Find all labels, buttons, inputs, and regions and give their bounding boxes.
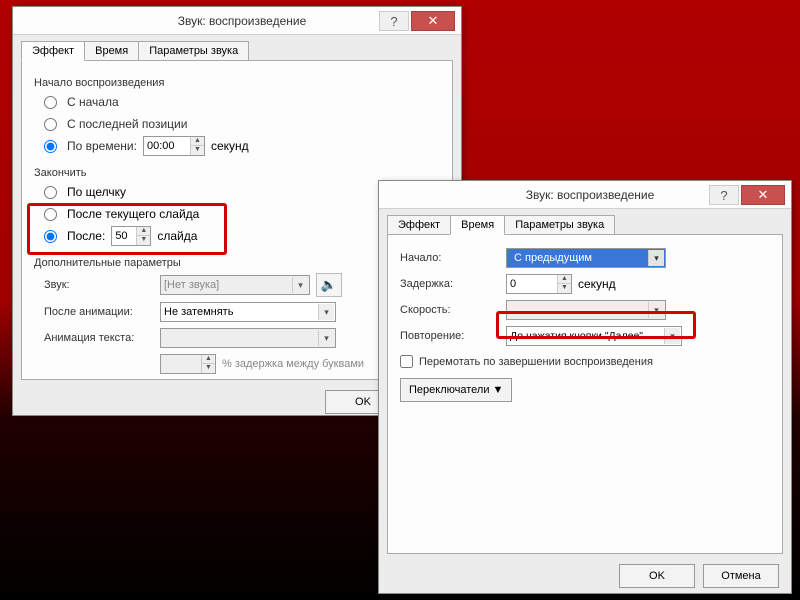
after-anim-combo[interactable]: Не затемнять▾: [160, 302, 336, 322]
label-slide: слайда: [157, 229, 197, 243]
label-delay-letters: % задержка между буквами: [222, 358, 364, 370]
chevron-down-icon[interactable]: ▾: [648, 302, 664, 318]
chevron-down-icon[interactable]: ▾: [648, 250, 664, 266]
radio-from-last[interactable]: [44, 118, 57, 131]
chevron-down-icon[interactable]: ▾: [664, 328, 680, 344]
repeat-combo[interactable]: До нажатия кнопки "Далее" ▾: [506, 326, 682, 346]
radio-on-click[interactable]: [44, 186, 57, 199]
ok-button[interactable]: OK: [619, 564, 695, 588]
after-n-input[interactable]: [112, 227, 136, 245]
spinner-down-icon[interactable]: ▼: [137, 236, 150, 245]
tab-effect[interactable]: Эффект: [21, 41, 85, 61]
label-seconds: секунд: [578, 277, 616, 291]
start-time-input[interactable]: [144, 137, 190, 155]
label-rewind: Перемотать по завершении воспроизведения: [419, 356, 653, 368]
spinner-up-icon[interactable]: ▲: [558, 275, 571, 284]
radio-after-n[interactable]: [44, 230, 57, 243]
chevron-down-icon: ▼: [493, 384, 504, 396]
start-combo[interactable]: С предыдущим ▾: [506, 248, 666, 268]
close-button[interactable]: ✕: [741, 185, 785, 205]
label-delay: Задержка:: [400, 278, 500, 290]
chevron-down-icon[interactable]: ▾: [318, 304, 334, 320]
titlebar: Звук: воспроизведение ? ✕: [379, 181, 791, 209]
spinner-down-icon[interactable]: ▼: [191, 146, 204, 155]
speed-combo[interactable]: ▾: [506, 300, 666, 320]
label-after: После:: [67, 229, 105, 243]
radio-by-time[interactable]: [44, 140, 57, 153]
tab-sound-params[interactable]: Параметры звука: [504, 215, 615, 235]
triggers-button[interactable]: Переключатели ▼: [400, 378, 512, 402]
help-button[interactable]: ?: [709, 185, 739, 205]
label-start: Начало:: [400, 252, 500, 264]
chevron-down-icon[interactable]: ▾: [292, 277, 308, 293]
label-by-time: По времени:: [67, 139, 137, 153]
tab-time[interactable]: Время: [450, 215, 505, 235]
label-from-begin: С начала: [67, 95, 119, 109]
tab-time[interactable]: Время: [84, 41, 139, 61]
tabs: Эффект Время Параметры звука: [387, 215, 783, 235]
delay-input[interactable]: [507, 275, 557, 293]
tabs: Эффект Время Параметры звука: [21, 41, 453, 61]
close-button[interactable]: ✕: [411, 11, 455, 31]
after-n-spinner[interactable]: ▲▼: [111, 226, 151, 246]
radio-from-begin[interactable]: [44, 96, 57, 109]
label-sound: Звук:: [44, 279, 154, 291]
spinner-up-icon[interactable]: ▲: [191, 137, 204, 146]
chevron-down-icon[interactable]: ▾: [318, 330, 334, 346]
spinner-down-icon[interactable]: ▼: [558, 284, 571, 293]
label-speed: Скорость:: [400, 304, 500, 316]
group-end: Закончить: [34, 167, 440, 179]
group-start-playback: Начало воспроизведения: [34, 77, 440, 89]
label-on-click: По щелчку: [67, 185, 126, 199]
help-button[interactable]: ?: [379, 11, 409, 31]
label-after-anim: После анимации:: [44, 306, 154, 318]
label-from-last: С последней позиции: [67, 117, 187, 131]
spinner-up-icon[interactable]: ▲: [137, 227, 150, 236]
label-after-current: После текущего слайда: [67, 207, 199, 221]
start-time-spinner[interactable]: ▲▼: [143, 136, 205, 156]
tab-sound-params[interactable]: Параметры звука: [138, 41, 249, 61]
label-anim-text: Анимация текста:: [44, 332, 154, 344]
titlebar: Звук: воспроизведение ? ✕: [13, 7, 461, 35]
cancel-button[interactable]: Отмена: [703, 564, 779, 588]
sound-combo[interactable]: [Нет звука]▾: [160, 275, 310, 295]
label-repeat: Повторение:: [400, 330, 500, 342]
dialog-sound-playback-2: Звук: воспроизведение ? ✕ Эффект Время П…: [378, 180, 792, 594]
anim-text-combo[interactable]: ▾: [160, 328, 336, 348]
delay-spinner[interactable]: ▲▼: [506, 274, 572, 294]
speaker-icon-button[interactable]: 🔈: [316, 273, 342, 297]
delay-letters-spinner: ▲▼: [160, 354, 216, 374]
rewind-checkbox[interactable]: [400, 355, 413, 368]
label-seconds: секунд: [211, 139, 249, 153]
tab-effect[interactable]: Эффект: [387, 215, 451, 235]
radio-after-current[interactable]: [44, 208, 57, 221]
